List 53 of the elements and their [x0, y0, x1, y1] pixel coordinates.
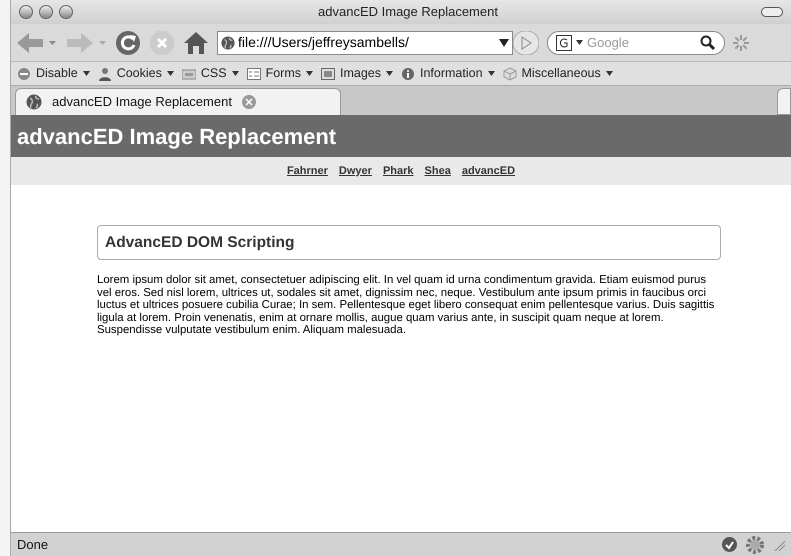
toolbar-menu-button[interactable]: Images [320, 64, 393, 83]
person-icon [98, 66, 112, 80]
nav-link[interactable]: Dwyer [338, 162, 372, 180]
browser-tab[interactable]: advancED Image Replacement [15, 88, 341, 115]
toolbar-menu-button[interactable]: Disable [17, 64, 90, 83]
search-input[interactable]: Google [587, 32, 696, 52]
css-file-icon [182, 66, 196, 80]
caret-icon [606, 71, 613, 76]
toolbar-menu-button[interactable]: CSS [182, 64, 239, 83]
nav-link[interactable]: Shea [424, 162, 451, 180]
resize-grip-icon[interactable] [773, 538, 785, 550]
globe-icon [221, 36, 235, 50]
caret-icon [82, 71, 90, 76]
tab-list-button[interactable] [777, 88, 791, 115]
caret-icon [306, 71, 313, 76]
window-control-icon[interactable] [59, 5, 73, 19]
caret-icon [232, 71, 239, 76]
close-icon[interactable] [242, 95, 256, 109]
address-field[interactable]: file:///Users/jeffreysambells/ [217, 30, 513, 54]
toolbar-menu-button[interactable]: Miscellaneous [502, 64, 613, 83]
checkmark-icon [722, 537, 737, 552]
no-entry-icon [17, 66, 31, 80]
nav-link[interactable]: Phark [382, 162, 414, 180]
toolbar-menu-button[interactable]: Forms [246, 64, 313, 83]
search-field[interactable]: Google [547, 30, 725, 54]
toolbar-menu-button[interactable]: Cookies [98, 64, 174, 83]
nav-link[interactable]: Fahrner [286, 162, 328, 180]
toolbar-menu-button[interactable]: Information [400, 64, 495, 83]
window-title: advancED Image Replacement [317, 3, 499, 22]
home-icon[interactable] [183, 30, 209, 56]
caret-icon [386, 71, 393, 76]
body-paragraph: Lorem ipsum dolor sit amet, consectetuer adipiscing elit. In vel quam id urna condimentum gravida. Etiam euismod purus vel eros. Sed nisl lorem, ultrices ut, sodales sit amet, dignissim nec, neque. Vestibulum ante ipsum primis in faucibus orci luctus et ultrices posuere cubilia Curae; In sem. Pellentesque eget libero consequat enim pellentesque varius. Duis sagittis ligula at lorem. Proin venenatis, enim at ornare mollis, augue quam varius ante, in suscipit quam neque at lorem. Suspendisse vulputate vestibulum enim. Aliquam malesuada. [97, 274, 716, 336]
image-icon [320, 66, 335, 80]
caret-icon [166, 71, 174, 76]
nav-link[interactable]: advancED [462, 162, 516, 180]
loading-spinner-icon [733, 34, 749, 50]
info-icon [400, 66, 415, 80]
toolbar-toggle-icon[interactable] [761, 7, 783, 17]
window-control-icon[interactable] [19, 5, 33, 19]
section-heading: AdvancED DOM Scripting [105, 232, 294, 253]
reload-icon[interactable] [115, 30, 141, 56]
google-logo-icon[interactable] [556, 34, 572, 50]
caret-icon [488, 71, 495, 76]
window-control-icon[interactable] [39, 5, 53, 19]
page-title: advancED Image Replacement [17, 122, 336, 151]
gear-icon[interactable] [745, 534, 765, 554]
search-icon[interactable] [700, 34, 716, 50]
form-icon [246, 66, 261, 80]
status-text: Done [17, 536, 48, 554]
globe-icon [26, 94, 42, 110]
caret-icon[interactable] [576, 40, 583, 45]
cube-icon [502, 66, 517, 80]
dropdown-arrow-icon[interactable] [499, 38, 509, 46]
